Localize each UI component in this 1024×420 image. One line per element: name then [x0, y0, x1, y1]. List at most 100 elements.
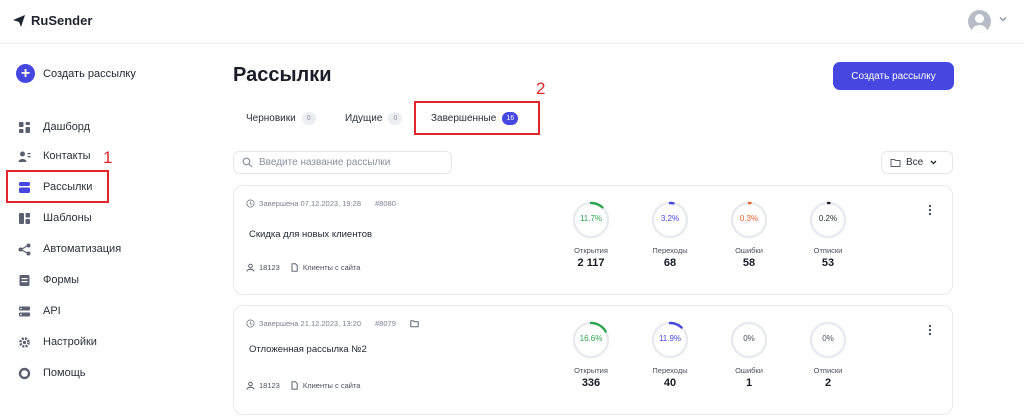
create-campaign-button[interactable]: Создать рассылку — [833, 62, 954, 90]
campaign-name[interactable]: Отложенная рассылка №2 — [249, 344, 367, 355]
tab-label: Черновики — [246, 112, 296, 124]
campaign-card[interactable]: Завершена 07.12.2023, 19:28 #8080 Скидка… — [233, 185, 953, 295]
top-bar: RuSender — [0, 0, 1024, 44]
metric-value: 53 — [821, 257, 835, 269]
folder-filter-dropdown[interactable]: Все — [881, 151, 953, 174]
user-icon — [246, 263, 255, 272]
sidebar-item-label: Помощь — [43, 367, 86, 379]
sidebar-create-campaign-button[interactable]: + Создать рассылку — [16, 64, 136, 83]
forms-icon — [19, 274, 30, 286]
metric-value: 40 — [663, 377, 677, 389]
sidebar-item-label: API — [43, 305, 61, 317]
folder-icon[interactable] — [410, 319, 419, 328]
search-icon — [242, 157, 253, 168]
metric-errors: 0% Ошибки 1 — [719, 320, 779, 389]
sidebar-item-label: Настройки — [43, 336, 97, 348]
sidebar-item-forms[interactable]: Формы — [18, 271, 79, 289]
server-icon — [19, 306, 30, 316]
tab-label: Идущие — [345, 112, 383, 124]
recipients-count: 18123 — [259, 381, 280, 390]
help-lifebuoy-icon — [18, 367, 31, 379]
app-name: RuSender — [31, 13, 93, 28]
tab-label: Завершенные — [431, 112, 497, 124]
search-input[interactable] — [259, 157, 439, 168]
metric-percent: 16.6% — [579, 334, 603, 343]
filter-label: Все — [906, 157, 924, 168]
metric-value: 1 — [745, 377, 753, 389]
user-icon — [246, 381, 255, 390]
campaign-name[interactable]: Скидка для новых клиентов — [249, 229, 372, 240]
campaign-status: Завершена 21.12.2023, 13:20 — [259, 319, 362, 328]
metric-label: Переходы — [652, 246, 688, 255]
metric-value: 336 — [581, 377, 601, 389]
gear-icon — [19, 336, 30, 348]
sidebar-item-contacts[interactable]: Контакты — [18, 147, 91, 165]
metric-label: Ошибки — [735, 246, 763, 255]
automation-icon — [18, 243, 31, 255]
paper-plane-icon — [13, 14, 25, 27]
metric-unsubscribes: 0.2% Отписки 53 — [798, 200, 858, 269]
metric-percent: 11.7% — [579, 214, 603, 223]
sidebar-item-label: Автоматизация — [43, 243, 122, 255]
metric-value: 68 — [663, 257, 677, 269]
chevron-down-icon — [930, 160, 937, 165]
tab-count-badge: 0 — [388, 111, 403, 125]
tab-running[interactable]: Идущие 0 — [345, 108, 403, 128]
campaign-meta: Завершена 07.12.2023, 19:28 #8080 — [246, 199, 396, 208]
metric-value: 2 — [824, 377, 832, 389]
annotation-marker-1: 1 — [103, 148, 113, 167]
annotation-marker-2: 2 — [536, 79, 546, 98]
metric-opens: 16.6% Открытия 336 — [561, 320, 621, 389]
campaign-meta: Завершена 21.12.2023, 13:20 #8079 — [246, 319, 419, 328]
metric-percent: 0% — [822, 334, 834, 343]
contacts-icon — [18, 151, 31, 162]
clock-icon — [246, 319, 255, 328]
more-menu-icon[interactable] — [926, 323, 934, 337]
recipients-count: 18123 — [259, 263, 280, 272]
templates-icon — [19, 212, 30, 224]
search-box — [233, 151, 452, 174]
sidebar-item-dashboard[interactable]: Дашборд — [18, 118, 90, 136]
metric-value: 2 117 — [577, 257, 605, 269]
sidebar-item-automation[interactable]: Автоматизация — [18, 240, 121, 258]
tab-drafts[interactable]: Черновики 0 — [246, 108, 316, 128]
metric-label: Отписки — [813, 246, 843, 255]
sidebar-item-help[interactable]: Помощь — [18, 364, 86, 382]
metric-label: Открытия — [574, 246, 608, 255]
sidebar-item-templates[interactable]: Шаблоны — [18, 209, 92, 227]
metric-clicks: 11.9% Переходы 40 — [640, 320, 700, 389]
plus-icon: + — [16, 64, 35, 83]
metric-percent: 0% — [743, 334, 755, 343]
document-icon — [291, 263, 298, 272]
annotation-box-1 — [6, 170, 109, 203]
metric-percent: 0.3% — [739, 214, 759, 223]
sidebar-item-api[interactable]: API — [18, 302, 61, 320]
sidebar-create-label: Создать рассылку — [43, 67, 136, 80]
metric-percent: 3.2% — [660, 214, 680, 223]
campaign-id: #8080 — [375, 199, 396, 208]
more-menu-icon[interactable] — [926, 203, 934, 217]
campaign-status: Завершена 07.12.2023, 19:28 — [259, 199, 362, 208]
contact-list-name: Клиенты с сайта — [302, 381, 361, 390]
contact-list-name: Клиенты с сайта — [302, 263, 361, 272]
clock-icon — [246, 199, 255, 208]
metric-value: 58 — [742, 257, 756, 269]
metric-unsubscribes: 0% Отписки 2 — [798, 320, 858, 389]
tab-count-badge: 0 — [301, 111, 316, 125]
tab-completed[interactable]: Завершенные 16 — [431, 108, 519, 128]
metric-label: Отписки — [813, 366, 843, 375]
metric-label: Открытия — [574, 366, 608, 375]
metric-opens: 11.7% Открытия 2 117 — [561, 200, 621, 269]
folder-icon — [890, 159, 901, 167]
campaign-audience: 18123 Клиенты с сайта — [246, 263, 360, 272]
app-logo[interactable]: RuSender — [12, 13, 92, 28]
metric-clicks: 3.2% Переходы 68 — [640, 200, 700, 269]
campaign-card[interactable]: Завершена 21.12.2023, 13:20 #8079 Отложе… — [233, 305, 953, 415]
metric-label: Переходы — [652, 366, 688, 375]
sidebar-item-settings[interactable]: Настройки — [18, 333, 97, 351]
metric-label: Ошибки — [735, 366, 763, 375]
avatar[interactable] — [968, 10, 991, 33]
sidebar-item-label: Шаблоны — [43, 212, 92, 224]
chevron-down-icon[interactable] — [998, 14, 1008, 24]
sidebar-item-label: Дашборд — [43, 121, 91, 133]
